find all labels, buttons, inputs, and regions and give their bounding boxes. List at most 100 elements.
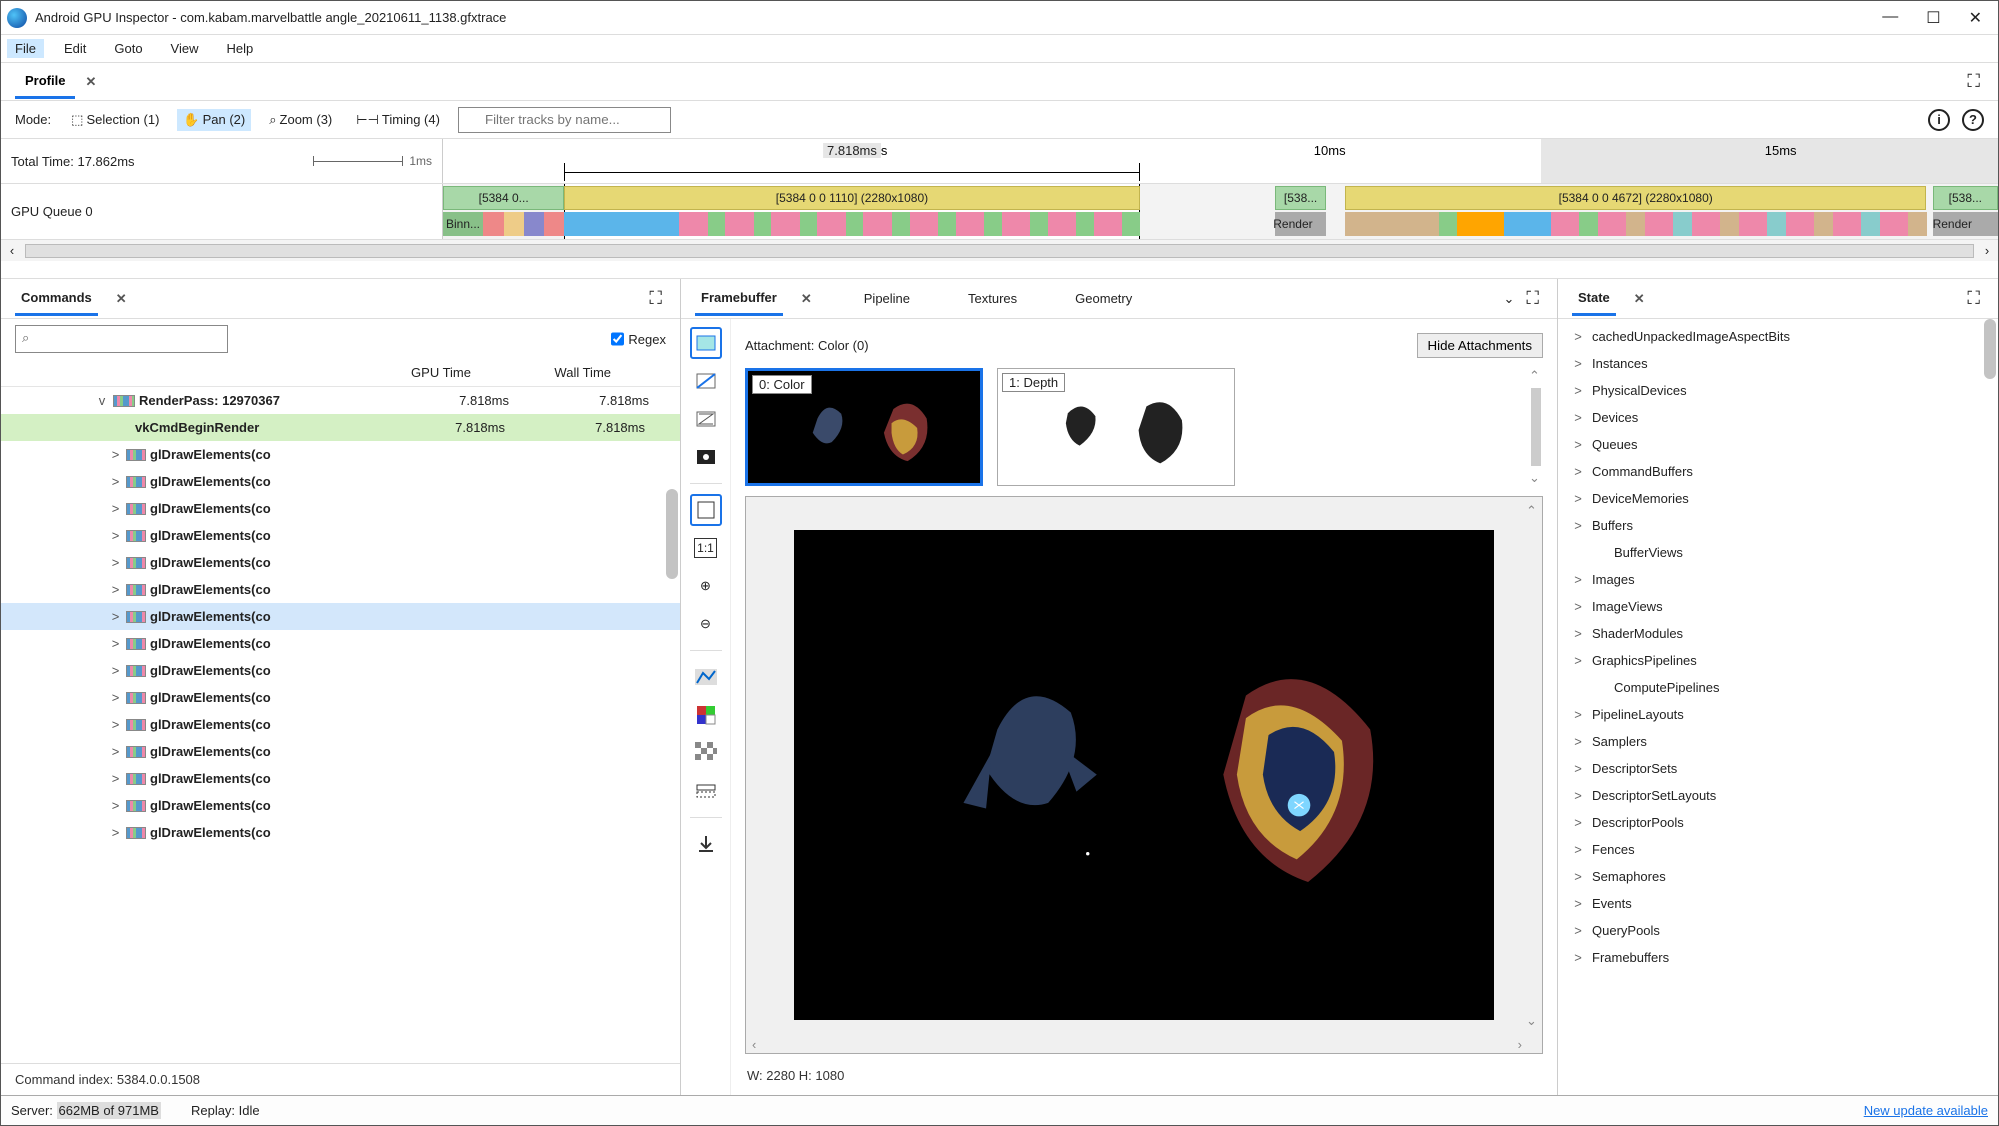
- fb-tool-channels-icon[interactable]: [690, 699, 722, 731]
- filter-tracks-input[interactable]: [458, 107, 671, 133]
- chevron-icon[interactable]: v: [91, 393, 113, 408]
- chevron-icon[interactable]: >: [105, 528, 125, 543]
- chevron-icon[interactable]: >: [105, 690, 125, 705]
- hide-attachments-button[interactable]: Hide Attachments: [1417, 333, 1543, 358]
- chevron-icon[interactable]: >: [105, 798, 125, 813]
- command-row[interactable]: >glDrawElements(co: [1, 522, 680, 549]
- fb-tool-rect-icon[interactable]: [690, 327, 722, 359]
- timeline-bar[interactable]: [5384 0 0 4672] (2280x1080): [1345, 186, 1927, 210]
- command-row[interactable]: >glDrawElements(co: [1, 738, 680, 765]
- state-item[interactable]: >Instances: [1558, 350, 1998, 377]
- chevron-icon[interactable]: >: [1572, 410, 1584, 425]
- state-item[interactable]: >Images: [1558, 566, 1998, 593]
- command-row[interactable]: >glDrawElements(co: [1, 765, 680, 792]
- state-item[interactable]: BufferViews: [1558, 539, 1998, 566]
- command-row[interactable]: >glDrawElements(co: [1, 630, 680, 657]
- chevron-icon[interactable]: >: [1572, 815, 1584, 830]
- chevron-icon[interactable]: >: [1572, 626, 1584, 641]
- regex-checkbox[interactable]: Regex: [611, 325, 666, 353]
- state-item[interactable]: >DescriptorSetLayouts: [1558, 782, 1998, 809]
- menu-goto[interactable]: Goto: [106, 39, 150, 58]
- state-item[interactable]: >Events: [1558, 890, 1998, 917]
- minimize-icon[interactable]: —: [1882, 8, 1898, 28]
- state-item[interactable]: >DescriptorPools: [1558, 809, 1998, 836]
- state-item[interactable]: >Framebuffers: [1558, 944, 1998, 971]
- commands-search-input[interactable]: [15, 325, 228, 353]
- state-item[interactable]: >DescriptorSets: [1558, 755, 1998, 782]
- chevron-icon[interactable]: >: [105, 609, 125, 624]
- state-item[interactable]: >DeviceMemories: [1558, 485, 1998, 512]
- chevron-icon[interactable]: >: [1572, 734, 1584, 749]
- chevron-icon[interactable]: >: [105, 744, 125, 759]
- state-item[interactable]: >cachedUnpackedImageAspectBits: [1558, 323, 1998, 350]
- chevron-icon[interactable]: >: [105, 825, 125, 840]
- chevron-icon[interactable]: >: [105, 501, 125, 516]
- state-item[interactable]: >CommandBuffers: [1558, 458, 1998, 485]
- command-row[interactable]: >glDrawElements(co: [1, 576, 680, 603]
- menu-file[interactable]: File: [7, 39, 44, 58]
- state-item[interactable]: >Buffers: [1558, 512, 1998, 539]
- framebuffer-preview[interactable]: ⌃⌄ ‹›: [745, 496, 1543, 1054]
- timeline-bar[interactable]: [5384 0...: [443, 186, 564, 210]
- command-row[interactable]: >glDrawElements(co: [1, 711, 680, 738]
- chevron-icon[interactable]: >: [1572, 599, 1584, 614]
- timeline-bar[interactable]: [538...: [1275, 186, 1326, 210]
- close-state-icon[interactable]: ✕: [1634, 291, 1645, 307]
- state-item[interactable]: >Fences: [1558, 836, 1998, 863]
- fullscreen-icon[interactable]: ⛶: [1963, 67, 1984, 96]
- chevron-icon[interactable]: >: [1572, 923, 1584, 938]
- chevron-icon[interactable]: >: [1572, 707, 1584, 722]
- state-item[interactable]: >Semaphores: [1558, 863, 1998, 890]
- state-item[interactable]: ComputePipelines: [1558, 674, 1998, 701]
- info-icon[interactable]: i: [1928, 109, 1950, 131]
- fb-tool-diag-icon[interactable]: [690, 365, 722, 397]
- tab-state[interactable]: State: [1572, 282, 1616, 316]
- command-row[interactable]: vRenderPass: 129703677.818ms7.818ms: [1, 387, 680, 414]
- command-row[interactable]: >glDrawElements(co: [1, 441, 680, 468]
- state-item[interactable]: >GraphicsPipelines: [1558, 647, 1998, 674]
- close-icon[interactable]: ✕: [1969, 8, 1982, 28]
- fb-tool-1to1-icon[interactable]: 1:1: [690, 532, 722, 564]
- state-item[interactable]: >ShaderModules: [1558, 620, 1998, 647]
- chevron-icon[interactable]: >: [1572, 329, 1584, 344]
- selection-button[interactable]: ⬚Selection (1): [65, 109, 165, 131]
- command-row[interactable]: vkCmdBeginRender7.818ms7.818ms: [1, 414, 680, 441]
- fullscreen-icon[interactable]: ⛶: [645, 284, 666, 313]
- chevron-icon[interactable]: >: [1572, 491, 1584, 506]
- commands-scrollbar[interactable]: [666, 489, 678, 579]
- command-row[interactable]: >glDrawElements(co: [1, 657, 680, 684]
- state-item[interactable]: >Samplers: [1558, 728, 1998, 755]
- preview-v-scrollbar[interactable]: ⌃⌄: [1526, 503, 1540, 1029]
- menu-edit[interactable]: Edit: [56, 39, 94, 58]
- fb-tool-histogram-icon[interactable]: [690, 661, 722, 693]
- command-row[interactable]: >glDrawElements(co: [1, 684, 680, 711]
- timeline-ruler[interactable]: 5ms 10ms 15ms 7.818ms: [443, 139, 1998, 183]
- chevron-icon[interactable]: >: [1572, 464, 1584, 479]
- close-framebuffer-icon[interactable]: ✕: [801, 291, 812, 307]
- chevron-icon[interactable]: >: [1572, 383, 1584, 398]
- preview-h-scrollbar[interactable]: ‹›: [752, 1037, 1522, 1051]
- chevron-icon[interactable]: >: [1572, 356, 1584, 371]
- command-row[interactable]: >glDrawElements(co: [1, 792, 680, 819]
- pan-button[interactable]: ✋Pan (2): [177, 109, 251, 131]
- state-item[interactable]: >PipelineLayouts: [1558, 701, 1998, 728]
- fullscreen-icon[interactable]: ⛶: [1522, 284, 1543, 313]
- menu-help[interactable]: Help: [219, 39, 262, 58]
- tab-geometry[interactable]: Geometry: [1069, 283, 1138, 314]
- chevron-icon[interactable]: >: [1572, 761, 1584, 776]
- chevron-icon[interactable]: >: [105, 447, 125, 462]
- timeline-tracks[interactable]: [5384 0... [5384 0 0 1110] (2280x1080) […: [443, 184, 1998, 239]
- update-link[interactable]: New update available: [1864, 1103, 1988, 1118]
- chevron-icon[interactable]: >: [105, 555, 125, 570]
- fb-tool-download-icon[interactable]: [690, 828, 722, 860]
- timing-button[interactable]: ⊢⊣Timing (4): [350, 109, 446, 131]
- tab-textures[interactable]: Textures: [962, 283, 1023, 314]
- fb-tool-flip-icon[interactable]: [690, 775, 722, 807]
- timeline-scrollbar[interactable]: ‹›: [1, 239, 1998, 261]
- command-row[interactable]: >glDrawElements(co: [1, 603, 680, 630]
- chevron-icon[interactable]: >: [105, 582, 125, 597]
- chevron-icon[interactable]: >: [1572, 950, 1584, 965]
- help-icon[interactable]: ?: [1962, 109, 1984, 131]
- state-item[interactable]: >Devices: [1558, 404, 1998, 431]
- tab-commands[interactable]: Commands: [15, 282, 98, 316]
